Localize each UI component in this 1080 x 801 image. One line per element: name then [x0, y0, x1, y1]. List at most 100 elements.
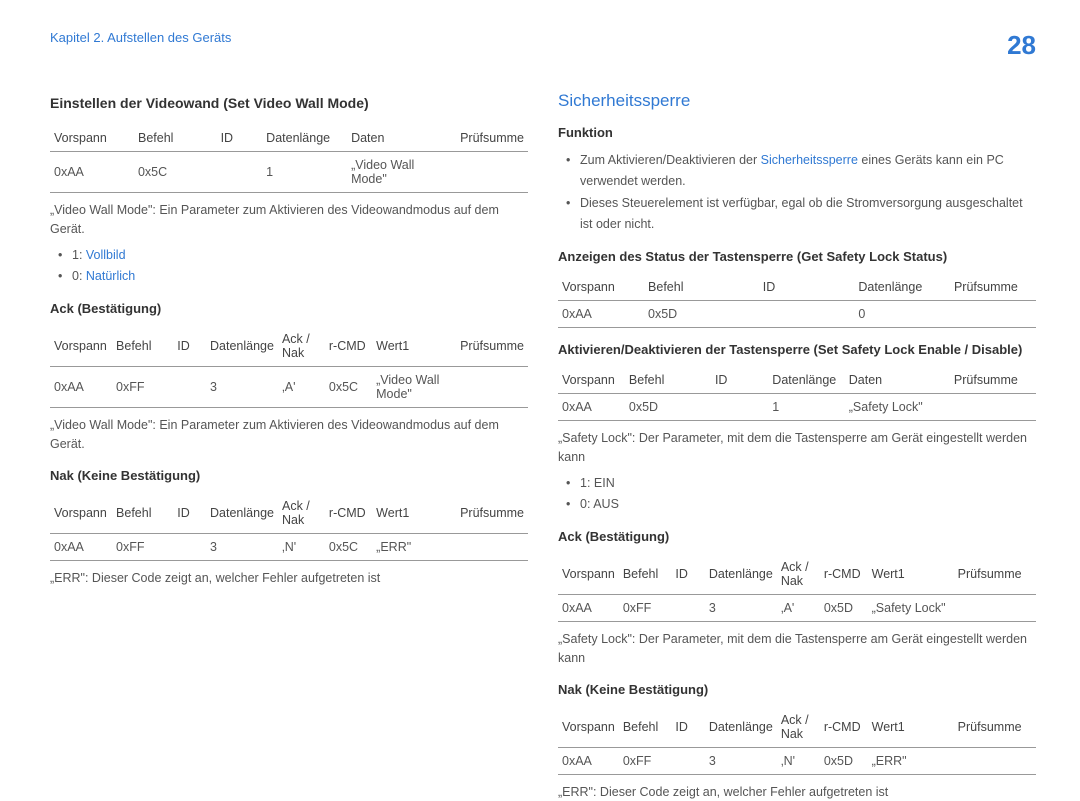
table-video-wall-ack: Vorspann Befehl ID Datenlänge Ack / Nak … [50, 326, 528, 408]
col-header: ID [217, 125, 263, 152]
cell: ‚N' [777, 747, 820, 774]
col-header: Prüfsumme [456, 125, 528, 152]
cell [950, 394, 1036, 421]
bullet-list: Zum Aktivieren/Deaktivieren der Sicherhe… [566, 150, 1036, 235]
note-text: „Safety Lock": Der Parameter, mit dem di… [558, 429, 1036, 467]
col-header: ID [671, 554, 704, 595]
col-header: Vorspann [50, 326, 112, 367]
col-header: Prüfsumme [456, 326, 528, 367]
cell: 0xFF [112, 367, 173, 408]
cell: 0x5D [820, 747, 868, 774]
cell: 0x5D [820, 595, 868, 622]
col-header: ID [173, 493, 206, 534]
list-item: 1: EIN [566, 473, 1036, 494]
cell: 0xAA [50, 533, 112, 560]
list-item: 0: AUS [566, 494, 1036, 515]
col-header: Prüfsumme [954, 707, 1036, 748]
cell [456, 152, 528, 193]
link-natuerlich[interactable]: Natürlich [86, 269, 135, 283]
col-header: r-CMD [325, 326, 372, 367]
table-safety-ack: Vorspann Befehl ID Datenlänge Ack / Nak … [558, 554, 1036, 622]
cell: 3 [705, 595, 777, 622]
cell: 0 [854, 301, 950, 328]
col-header: Befehl [619, 707, 672, 748]
cell: „Video Wall Mode" [347, 152, 456, 193]
heading-nak: Nak (Keine Bestätigung) [50, 468, 528, 483]
bullet-list: 1: EIN 0: AUS [566, 473, 1036, 516]
heading-ack2: Ack (Bestätigung) [558, 529, 1036, 544]
col-header: Datenlänge [262, 125, 347, 152]
note-text: „ERR": Dieser Code zeigt an, welcher Feh… [558, 783, 1036, 801]
col-header: Vorspann [558, 707, 619, 748]
bullet-list: 1: Vollbild 0: Natürlich [58, 245, 528, 288]
heading-ack: Ack (Bestätigung) [50, 301, 528, 316]
cell: ‚A' [278, 367, 325, 408]
cell: „Safety Lock" [845, 394, 950, 421]
heading-set-enable: Aktivieren/Deaktivieren der Tastensperre… [558, 342, 1036, 357]
list-item: 0: Natürlich [58, 266, 528, 287]
cell: 0x5C [134, 152, 217, 193]
col-header: Datenlänge [206, 493, 278, 534]
col-header: Vorspann [558, 367, 625, 394]
link-sicherheitssperre[interactable]: Sicherheitssperre [761, 153, 858, 167]
cell [671, 747, 704, 774]
cell [950, 301, 1036, 328]
col-header: Befehl [112, 493, 173, 534]
table-safety-get: Vorspann Befehl ID Datenlänge Prüfsumme … [558, 274, 1036, 328]
note-text: „Safety Lock": Der Parameter, mit dem di… [558, 630, 1036, 668]
cell: ‚A' [777, 595, 820, 622]
col-header: r-CMD [820, 554, 868, 595]
cell [173, 367, 206, 408]
chapter-title: Kapitel 2. Aufstellen des Geräts [50, 30, 231, 45]
cell: 0xFF [112, 533, 173, 560]
col-header: Befehl [134, 125, 217, 152]
cell: „Safety Lock" [868, 595, 954, 622]
col-header: Daten [347, 125, 456, 152]
col-header: Datenlänge [768, 367, 844, 394]
cell [456, 367, 528, 408]
prefix: 0: [72, 269, 86, 283]
col-header: Befehl [112, 326, 173, 367]
note-text: „ERR": Dieser Code zeigt an, welcher Feh… [50, 569, 528, 588]
cell: 0xAA [558, 595, 619, 622]
col-header: r-CMD [325, 493, 372, 534]
col-header: ID [671, 707, 704, 748]
cell: 0x5C [325, 533, 372, 560]
cell: ‚N' [278, 533, 325, 560]
cell: „Video Wall Mode" [372, 367, 456, 408]
cell: „ERR" [868, 747, 954, 774]
cell: 0x5D [625, 394, 711, 421]
cell: 0xFF [619, 747, 672, 774]
col-header: Wert1 [372, 493, 456, 534]
col-header: Wert1 [868, 707, 954, 748]
note-text: „Video Wall Mode": Ein Parameter zum Akt… [50, 201, 528, 239]
cell [759, 301, 855, 328]
col-header: Datenlänge [854, 274, 950, 301]
heading-nak2: Nak (Keine Bestätigung) [558, 682, 1036, 697]
col-header: Prüfsumme [456, 493, 528, 534]
col-header: Vorspann [558, 554, 619, 595]
col-header: Ack / Nak [278, 493, 325, 534]
cell: 0xAA [50, 367, 112, 408]
cell: 3 [705, 747, 777, 774]
col-header: Ack / Nak [278, 326, 325, 367]
col-header: Befehl [619, 554, 672, 595]
cell: 1 [262, 152, 347, 193]
cell [456, 533, 528, 560]
col-header: ID [759, 274, 855, 301]
col-header: Prüfsumme [954, 554, 1036, 595]
cell: 3 [206, 533, 278, 560]
col-header: Ack / Nak [777, 707, 820, 748]
cell [954, 747, 1036, 774]
heading-set-video-wall-mode: Einstellen der Videowand (Set Video Wall… [50, 95, 528, 111]
table-video-wall-nak: Vorspann Befehl ID Datenlänge Ack / Nak … [50, 493, 528, 561]
heading-sicherheitssperre: Sicherheitssperre [558, 91, 1036, 111]
cell [173, 533, 206, 560]
col-header: Ack / Nak [777, 554, 820, 595]
link-vollbild[interactable]: Vollbild [86, 248, 126, 262]
col-header: Daten [845, 367, 950, 394]
col-header: Prüfsumme [950, 274, 1036, 301]
list-item: Dieses Steuerelement ist verfügbar, egal… [566, 193, 1036, 236]
cell [217, 152, 263, 193]
table-video-wall-set: Vorspann Befehl ID Datenlänge Daten Prüf… [50, 125, 528, 193]
